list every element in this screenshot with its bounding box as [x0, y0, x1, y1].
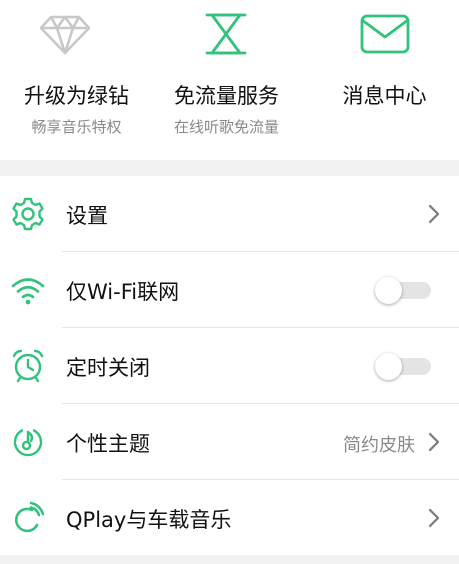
toggle-knob [375, 277, 402, 304]
hourglass-icon [200, 12, 252, 56]
chevron-right-icon [427, 507, 441, 529]
menu-item-label: 设置 [66, 204, 108, 228]
envelope-icon [359, 12, 411, 56]
shortcut-subtitle: 畅享音乐特权 [31, 118, 122, 136]
more-menu-page: 升级为绿钻 畅享音乐特权 免流量服务 在线听歌免流量 消息中心 设置 仅Wi-F… [0, 0, 459, 564]
shortcut-title: 免流量服务 [174, 84, 279, 108]
menu-item-sleep-timer[interactable]: 定时关闭 [0, 328, 459, 404]
shortcut-title: 升级为绿钻 [24, 84, 129, 108]
settings-menu: 设置 仅Wi-Fi联网 定时关闭 个性主题 简约皮肤 QPlay与车载音乐 [0, 176, 459, 556]
alarm-clock-icon [10, 348, 46, 384]
upgrade-green-diamond-shortcut[interactable]: 升级为绿钻 畅享音乐特权 [0, 0, 153, 160]
wifi-only-toggle[interactable] [375, 277, 431, 304]
menu-item-theme[interactable]: 个性主题 简约皮肤 [0, 404, 459, 480]
diamond-icon [39, 12, 91, 56]
gear-icon [10, 196, 46, 232]
message-center-shortcut[interactable]: 消息中心 [308, 0, 459, 160]
menu-item-settings[interactable]: 设置 [0, 176, 459, 252]
sleep-timer-toggle[interactable] [375, 353, 431, 380]
menu-item-qplay[interactable]: QPlay与车载音乐 [0, 480, 459, 556]
menu-item-label: 仅Wi-Fi联网 [66, 280, 180, 304]
section-divider [0, 555, 459, 564]
toggle-knob [375, 353, 402, 380]
current-theme-value: 简约皮肤 [343, 435, 415, 456]
wifi-icon [10, 272, 46, 308]
menu-item-wifi-only[interactable]: 仅Wi-Fi联网 [0, 252, 459, 328]
qplay-icon [10, 500, 46, 536]
menu-item-label: QPlay与车载音乐 [66, 508, 232, 532]
section-divider [0, 160, 459, 176]
menu-item-label: 个性主题 [66, 432, 150, 456]
free-data-service-shortcut[interactable]: 免流量服务 在线听歌免流量 [150, 0, 303, 160]
shortcut-bar: 升级为绿钻 畅享音乐特权 免流量服务 在线听歌免流量 消息中心 [0, 0, 459, 160]
chevron-right-icon [427, 203, 441, 225]
menu-item-label: 定时关闭 [66, 356, 150, 380]
shortcut-title: 消息中心 [342, 84, 427, 108]
chevron-right-icon [427, 431, 441, 453]
shortcut-subtitle: 在线听歌免流量 [173, 118, 279, 136]
theme-icon [10, 424, 46, 460]
